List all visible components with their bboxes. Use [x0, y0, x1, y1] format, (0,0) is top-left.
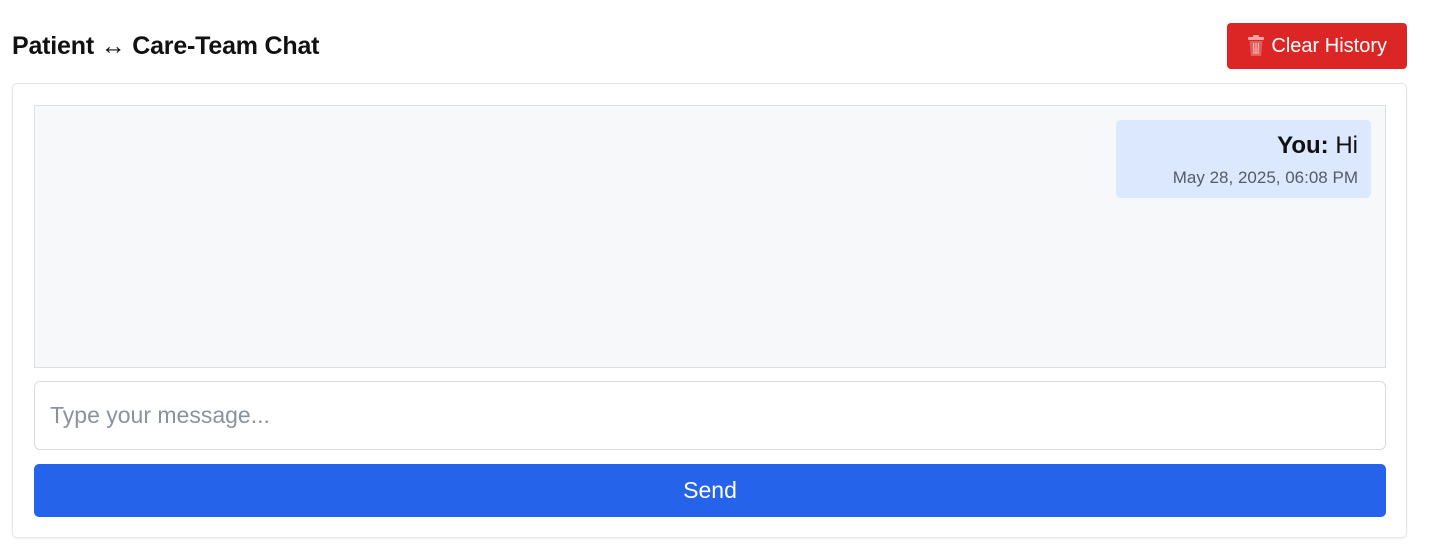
message-line: You: Hi: [1129, 131, 1358, 161]
chat-card: You: Hi May 28, 2025, 06:08 PM Send: [12, 83, 1407, 538]
trash-icon: [1247, 35, 1265, 57]
message-sender: You:: [1277, 132, 1329, 159]
message-timestamp: May 28, 2025, 06:08 PM: [1172, 168, 1358, 187]
page-title: Patient ↔ Care-Team Chat: [12, 31, 320, 60]
send-button[interactable]: Send: [34, 464, 1386, 517]
message-list[interactable]: You: Hi May 28, 2025, 06:08 PM: [34, 105, 1386, 368]
chat-header: Patient ↔ Care-Team Chat Clear History: [12, 23, 1407, 69]
message-input[interactable]: [34, 381, 1386, 450]
message-text: Hi: [1335, 132, 1358, 159]
message-bubble: You: Hi May 28, 2025, 06:08 PM: [1116, 120, 1371, 198]
clear-history-label: Clear History: [1271, 34, 1387, 57]
clear-history-button[interactable]: Clear History: [1227, 23, 1407, 69]
